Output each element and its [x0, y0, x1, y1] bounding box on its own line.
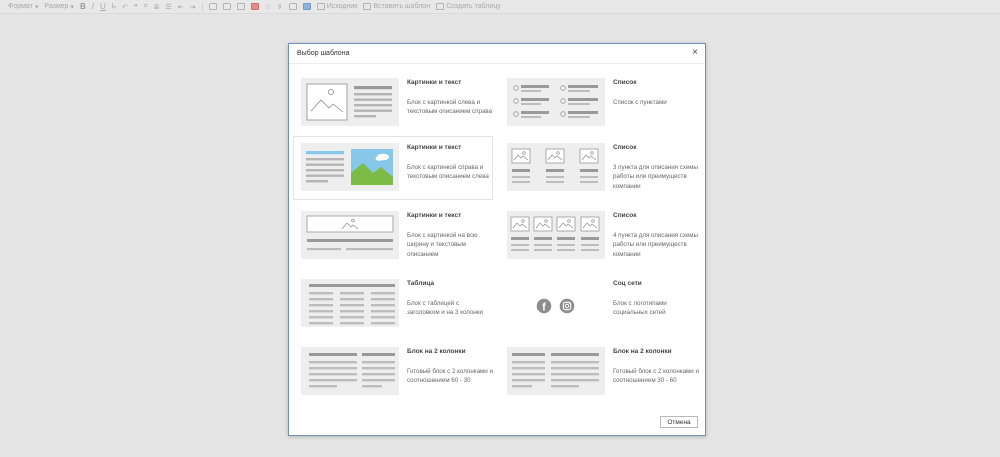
template-thumbnail [301, 143, 399, 191]
template-tile-list[interactable]: Список Список с пунктами [499, 71, 699, 135]
template-tile-image-left[interactable]: Картинки и текст Блок с картинкой слева … [293, 71, 493, 135]
template-title: Список [613, 79, 637, 86]
template-tile-table[interactable]: Таблица Блок с таблицей с заголовком и н… [293, 272, 493, 336]
template-title: Картинки и текст [407, 144, 462, 151]
template-tile-columns-60-30[interactable]: Блок на 2 колонки Готовый блок с 2 колон… [293, 340, 493, 404]
template-desc: Блок с картинкой на всю ширину и текстов… [407, 232, 478, 258]
outdent-icon[interactable]: ⇤ [178, 3, 184, 11]
size-dropdown[interactable]: Размер ▾ [44, 3, 74, 11]
template-desc: Готовый блок с 2 колонками и соотношение… [613, 368, 699, 385]
template-thumbnail [507, 78, 605, 126]
source-icon [316, 3, 325, 10]
format-label: Формат [8, 3, 33, 10]
dialog-title: Выбор шаблона [297, 50, 350, 57]
indent-icon[interactable]: ⇥ [190, 3, 196, 11]
template-tile-image-full[interactable]: Картинки и текст Блок с картинкой на всю… [293, 204, 493, 268]
format-dropdown[interactable]: Формат ▾ [8, 3, 38, 11]
template-desc: Блок с логотипами социальных сетей [613, 300, 667, 317]
template-title: Блок на 2 колонки [613, 348, 672, 355]
toolbar-divider [201, 2, 203, 11]
create-table-label: Создать таблицу [446, 3, 501, 10]
template-thumbnail [507, 143, 605, 191]
template-title: Список [613, 212, 637, 219]
template-desc: Блок с картинкой справа и текстовым опис… [407, 164, 489, 181]
list-bullet-icon[interactable]: ☰ [166, 3, 172, 11]
template-dialog: Выбор шаблона × Картинки и текст Блок с … [288, 43, 706, 436]
link-icon[interactable] [222, 3, 231, 10]
template-title: Таблица [407, 280, 435, 287]
chevron-down-icon: ▾ [70, 3, 74, 11]
template-thumbnail [301, 279, 399, 327]
template-desc: 3 пункта для описания схемы работы или п… [613, 164, 698, 190]
template-title: Блок на 2 колонки [407, 348, 466, 355]
close-icon[interactable]: × [692, 48, 698, 58]
special-char-icon[interactable] [288, 3, 297, 10]
template-tile-list-4[interactable]: Список 4 пункта для описания схемы работ… [499, 204, 699, 268]
template-icon [363, 3, 372, 10]
source-label: Исходник [326, 3, 358, 10]
template-thumbnail: f [507, 279, 605, 327]
star-icon[interactable]: ☆ [265, 3, 271, 11]
align-icon[interactable]: ⇕ [277, 3, 283, 11]
template-title: Картинки и текст [407, 79, 462, 86]
clear-format-icon[interactable]: I̶ₓ [112, 3, 116, 10]
template-tile-social[interactable]: f Соц сети Блок с логотипами социальных … [499, 272, 699, 336]
template-title: Список [613, 144, 637, 151]
template-thumbnail [301, 211, 399, 259]
template-thumbnail [301, 347, 399, 395]
video-icon[interactable] [250, 3, 259, 10]
source-button[interactable]: Исходник [316, 3, 358, 10]
svg-text:f: f [542, 301, 546, 313]
insert-template-label: Вставить шаблон [373, 3, 431, 10]
table-create-icon [436, 3, 445, 10]
fullscreen-icon[interactable] [302, 3, 311, 10]
create-table-button[interactable]: Создать таблицу [436, 3, 501, 10]
template-thumbnail [301, 78, 399, 126]
template-tile-columns-30-60[interactable]: Блок на 2 колонки Готовый блок с 2 колон… [499, 340, 699, 404]
dialog-header: Выбор шаблона × [289, 44, 705, 64]
italic-icon[interactable]: I [92, 2, 94, 11]
list-ordered-icon[interactable]: ≣ [154, 3, 160, 11]
template-thumbnail [507, 211, 605, 259]
template-desc: Блок с таблицей с заголовком и на 3 коло… [407, 300, 483, 317]
template-desc: Блок с картинкой слева и текстовым описа… [407, 99, 493, 116]
template-desc: 4 пункта для описания схемы работы или п… [613, 232, 698, 258]
underline-icon[interactable]: U [100, 2, 106, 11]
image-icon[interactable] [236, 3, 245, 10]
editor-toolbar: Формат ▾ Размер ▾ B I U I̶ₓ ↶ ❝ ⌗ ≣ ☰ ⇤ ⇥ … [0, 0, 1000, 14]
quote-icon[interactable]: ❝ [134, 3, 138, 11]
insert-template-button[interactable]: Вставить шаблон [363, 3, 430, 10]
template-desc: Список с пунктами [613, 99, 667, 106]
code-icon[interactable]: ⌗ [144, 3, 148, 11]
template-thumbnail [507, 347, 605, 395]
size-label: Размер [44, 3, 69, 10]
template-title: Соц сети [613, 280, 642, 287]
cancel-button[interactable]: Отмена [660, 416, 698, 428]
template-tile-image-right[interactable]: Картинки и текст Блок с картинкой справа… [293, 136, 493, 200]
template-desc: Готовый блок с 2 колонками и соотношение… [407, 368, 493, 385]
template-tile-list-3[interactable]: Список 3 пункта для описания схемы работ… [499, 136, 699, 200]
template-title: Картинки и текст [407, 212, 462, 219]
chevron-down-icon: ▾ [34, 3, 39, 11]
table-icon[interactable] [208, 3, 217, 10]
bold-icon[interactable]: B [80, 2, 86, 11]
undo-icon[interactable]: ↶ [122, 3, 128, 11]
